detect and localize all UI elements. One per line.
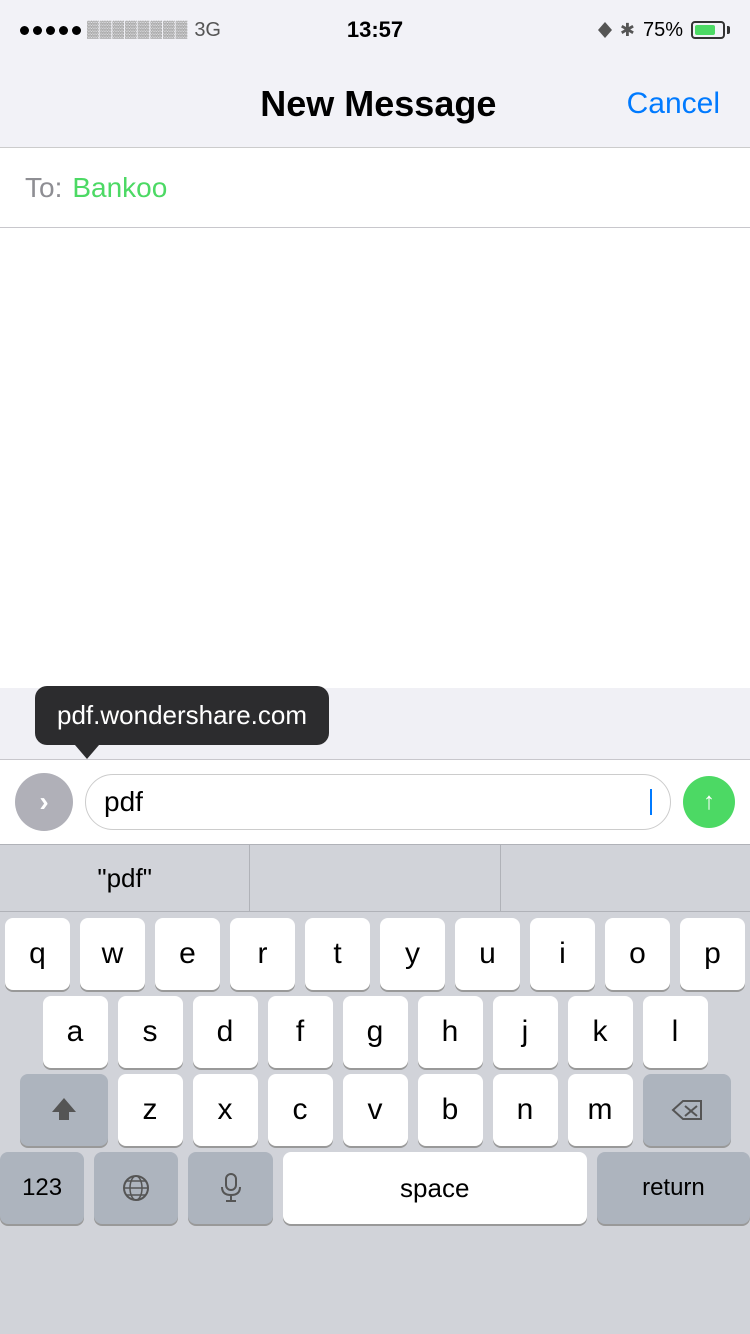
key-m[interactable]: m (568, 1074, 633, 1146)
signal-dot (59, 26, 68, 35)
key-h[interactable]: h (418, 996, 483, 1068)
battery-body (691, 21, 725, 39)
carrier-text: ▓▓▓▓▓▓▓▓ (87, 21, 188, 39)
key-e[interactable]: e (155, 918, 220, 990)
key-g[interactable]: g (343, 996, 408, 1068)
microphone-icon (220, 1173, 242, 1203)
key-x[interactable]: x (193, 1074, 258, 1146)
key-z[interactable]: z (118, 1074, 183, 1146)
signal-dot (33, 26, 42, 35)
cancel-button[interactable]: Cancel (627, 87, 720, 121)
bluetooth-icon: ✱ (620, 20, 635, 41)
key-return[interactable]: return (597, 1152, 750, 1224)
key-c[interactable]: c (268, 1074, 333, 1146)
tooltip-bubble: pdf.wondershare.com (35, 686, 329, 745)
send-button[interactable]: ↑ (683, 776, 735, 828)
status-right: ✱ 75% (598, 19, 730, 42)
key-backspace[interactable] (643, 1074, 731, 1146)
location-icon (598, 22, 612, 38)
nav-title: New Message (130, 83, 627, 125)
key-k[interactable]: k (568, 996, 633, 1068)
battery-container (691, 21, 730, 39)
message-input-wrap[interactable]: pdf (85, 774, 671, 830)
to-recipient: Bankoo (72, 172, 167, 204)
signal-dots (20, 26, 81, 35)
key-u[interactable]: u (455, 918, 520, 990)
key-w[interactable]: w (80, 918, 145, 990)
message-area[interactable] (0, 228, 750, 688)
status-bar: ▓▓▓▓▓▓▓▓ 3G 13:57 ✱ 75% (0, 0, 750, 60)
key-l[interactable]: l (643, 996, 708, 1068)
keyboard-row-3: z x c v b n m (0, 1068, 750, 1146)
to-field[interactable]: To: Bankoo (0, 148, 750, 228)
key-microphone[interactable] (188, 1152, 272, 1224)
key-space[interactable]: space (283, 1152, 587, 1224)
shift-icon (50, 1096, 78, 1124)
send-icon: ↑ (703, 788, 715, 816)
key-r[interactable]: r (230, 918, 295, 990)
key-b[interactable]: b (418, 1074, 483, 1146)
signal-dot (20, 26, 29, 35)
keyboard-row-2: a s d f g h j k l (0, 990, 750, 1068)
key-numbers[interactable]: 123 (0, 1152, 84, 1224)
status-left: ▓▓▓▓▓▓▓▓ 3G (20, 19, 221, 42)
key-v[interactable]: v (343, 1074, 408, 1146)
autocomplete-item-2[interactable] (501, 845, 750, 911)
key-j[interactable]: j (493, 996, 558, 1068)
autocomplete-item-1[interactable] (250, 845, 500, 911)
key-globe[interactable] (94, 1152, 178, 1224)
tooltip-arrow (75, 745, 99, 759)
globe-icon (121, 1173, 151, 1203)
key-t[interactable]: t (305, 918, 370, 990)
key-d[interactable]: d (193, 996, 258, 1068)
autocomplete-bar: "pdf" (0, 844, 750, 912)
network-type: 3G (194, 19, 221, 42)
input-row: › pdf ↑ (0, 759, 750, 844)
key-shift[interactable] (20, 1074, 108, 1146)
expand-icon: › (39, 786, 48, 818)
nav-bar: New Message Cancel (0, 60, 750, 148)
key-o[interactable]: o (605, 918, 670, 990)
battery-tip (727, 26, 730, 34)
key-i[interactable]: i (530, 918, 595, 990)
key-y[interactable]: y (380, 918, 445, 990)
battery-percent: 75% (643, 19, 683, 42)
autocomplete-item-0[interactable]: "pdf" (0, 845, 250, 911)
backspace-icon (671, 1099, 703, 1121)
key-f[interactable]: f (268, 996, 333, 1068)
battery-fill (695, 25, 715, 35)
key-q[interactable]: q (5, 918, 70, 990)
expand-button[interactable]: › (15, 773, 73, 831)
keyboard-row-4: 123 space return (0, 1146, 750, 1224)
text-cursor (650, 789, 652, 815)
keyboard: q w e r t y u i o p a s d f g h j k l z … (0, 912, 750, 1334)
key-p[interactable]: p (680, 918, 745, 990)
tooltip-container: pdf.wondershare.com (35, 686, 329, 759)
message-input-text[interactable]: pdf (104, 786, 648, 818)
signal-dot (46, 26, 55, 35)
status-time: 13:57 (347, 17, 403, 43)
key-s[interactable]: s (118, 996, 183, 1068)
key-a[interactable]: a (43, 996, 108, 1068)
key-n[interactable]: n (493, 1074, 558, 1146)
signal-dot (72, 26, 81, 35)
to-label: To: (25, 172, 62, 204)
keyboard-row-1: q w e r t y u i o p (0, 912, 750, 990)
